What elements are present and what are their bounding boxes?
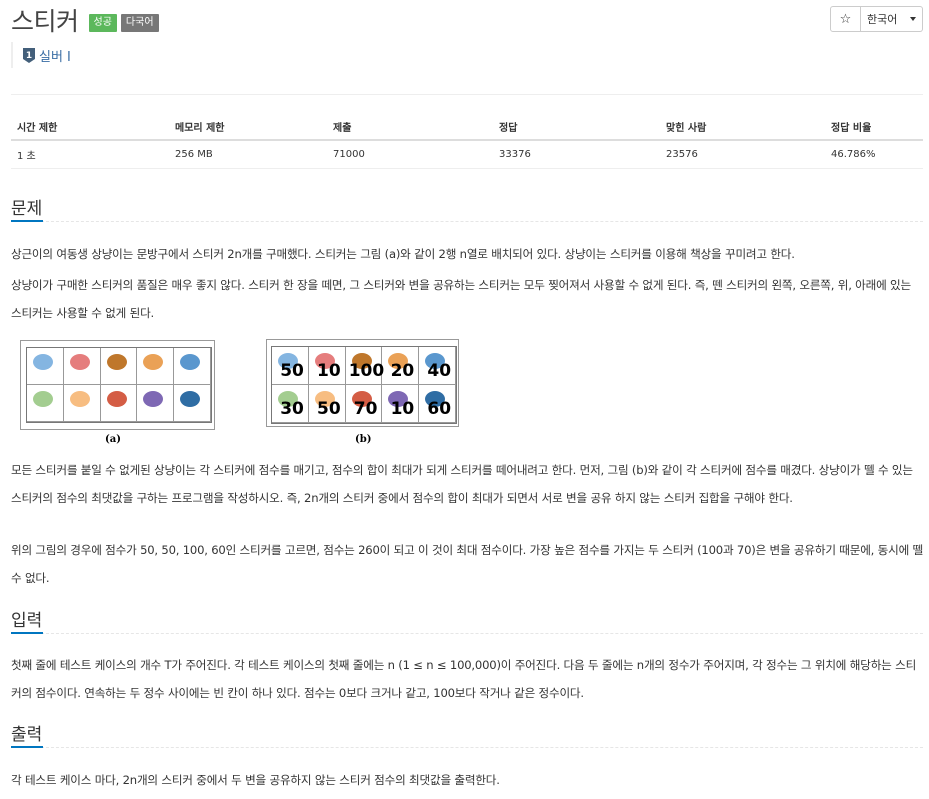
input-heading-accent: [11, 632, 43, 634]
sticker-grid-b: 50 10 100 20 40 30 50 70 10 60: [271, 346, 457, 424]
sticker-cell: [100, 385, 138, 422]
problem-paragraph-4: 위의 그림의 경우에 점수가 50, 50, 100, 60인 스티커를 고르면…: [11, 543, 924, 585]
sticker-score: 50: [317, 399, 341, 419]
divider: [11, 94, 923, 95]
info-header-row: 시간 제한 메모리 제한 제출 정답 맞힌 사람 정답 비율: [11, 113, 923, 141]
sticker-figure-a: [20, 340, 215, 430]
sticker-picture: [180, 391, 201, 407]
tier-indicator[interactable]: 1 실버 I: [11, 42, 71, 68]
sticker-score: 20: [390, 361, 415, 381]
problem-heading: 문제: [11, 199, 43, 219]
sticker-cell: [27, 385, 64, 422]
title-row: 스티커 성공 다국어: [11, 4, 159, 36]
problem-heading-accent: [11, 220, 43, 222]
value-memory-limit: 256 MB: [169, 140, 327, 169]
output-heading: 출력: [11, 725, 43, 745]
sticker-grid-a: [26, 347, 212, 423]
sticker-score: 70: [353, 399, 378, 419]
tier-number: 1: [26, 51, 32, 61]
tier-label: 실버 I: [39, 49, 71, 65]
sticker-picture: [69, 391, 90, 407]
language-dropdown[interactable]: 한국어: [861, 6, 923, 32]
value-solved-users: 23576: [660, 140, 825, 169]
value-accepted: 33376: [493, 140, 660, 169]
sticker-score: 50: [280, 361, 304, 381]
problem-paragraph-2: 상냥이가 구매한 스티커의 품질은 매우 좋지 않다. 스티커 한 장을 떼면,…: [11, 278, 911, 320]
sticker-picture: [143, 354, 164, 370]
header-submissions: 제출: [327, 113, 493, 141]
sticker-picture: [143, 391, 164, 407]
output-heading-line: [11, 747, 923, 748]
value-submissions: 71000: [327, 140, 493, 169]
sticker-figure-b: 50 10 100 20 40 30 50 70 10 60: [266, 339, 459, 427]
output-heading-accent: [11, 746, 43, 748]
badge-multilang: 다국어: [120, 14, 159, 32]
sticker-score: 10: [390, 399, 415, 419]
sticker-cell: [63, 385, 101, 422]
problem-paragraph-1: 상근이의 여동생 상냥이는 문방구에서 스티커 2n개를 구매했다. 스티커는 …: [11, 247, 795, 261]
chevron-down-icon: [910, 17, 916, 21]
sticker-picture: [106, 354, 127, 370]
silver-tier-icon: 1: [23, 48, 35, 63]
figure-a-caption: (a): [105, 434, 121, 445]
sticker-picture: [180, 354, 201, 370]
header-time-limit: 시간 제한: [11, 113, 169, 141]
sticker-score: 30: [280, 399, 304, 419]
input-heading: 입력: [11, 611, 43, 631]
sticker-cell: [137, 348, 175, 385]
sticker-picture: [33, 354, 53, 370]
sticker-score: 100: [348, 361, 385, 381]
sticker-picture: [33, 391, 53, 407]
header-memory-limit: 메모리 제한: [169, 113, 327, 141]
problem-heading-line: [11, 221, 923, 222]
input-heading-line: [11, 633, 923, 634]
sticker-cell: [63, 348, 101, 385]
sticker-score: 60: [427, 399, 452, 419]
sticker-picture: [106, 391, 127, 407]
favorite-star-button[interactable]: ☆: [830, 6, 861, 32]
value-ratio: 46.786%: [825, 140, 923, 169]
info-value-row: 1 초 256 MB 71000 33376 23576 46.786%: [11, 140, 923, 169]
problem-info-table: 시간 제한 메모리 제한 제출 정답 맞힌 사람 정답 비율 1 초 256 M…: [11, 113, 923, 169]
header-ratio: 정답 비율: [825, 113, 923, 141]
output-paragraph: 각 테스트 케이스 마다, 2n개의 스티커 중에서 두 변을 공유하지 않는 …: [11, 773, 500, 787]
problem-title: 스티커: [11, 7, 79, 36]
sticker-cell: [27, 348, 64, 385]
sticker-cell: [137, 385, 175, 422]
sticker-score: 40: [427, 361, 452, 381]
sticker-cell: [174, 385, 211, 422]
language-label: 한국어: [867, 13, 898, 26]
figure-b-caption: (b): [355, 434, 372, 445]
sticker-picture: [69, 354, 90, 370]
header-accepted: 정답: [493, 113, 660, 141]
input-paragraph: 첫째 줄에 테스트 케이스의 개수 T가 주어진다. 각 테스트 케이스의 첫째…: [11, 658, 917, 700]
star-icon: ☆: [839, 11, 852, 27]
sticker-cell: [174, 348, 211, 385]
header-solved-users: 맞힌 사람: [660, 113, 825, 141]
badge-success: 성공: [88, 14, 117, 32]
top-buttons: ☆ 한국어: [830, 6, 923, 32]
sticker-cell: [100, 348, 138, 385]
problem-paragraph-3: 모든 스티커를 붙일 수 없게된 상냥이는 각 스티커에 점수를 매기고, 점수…: [11, 463, 913, 505]
sticker-score: 10: [317, 361, 341, 381]
value-time-limit: 1 초: [11, 140, 169, 169]
